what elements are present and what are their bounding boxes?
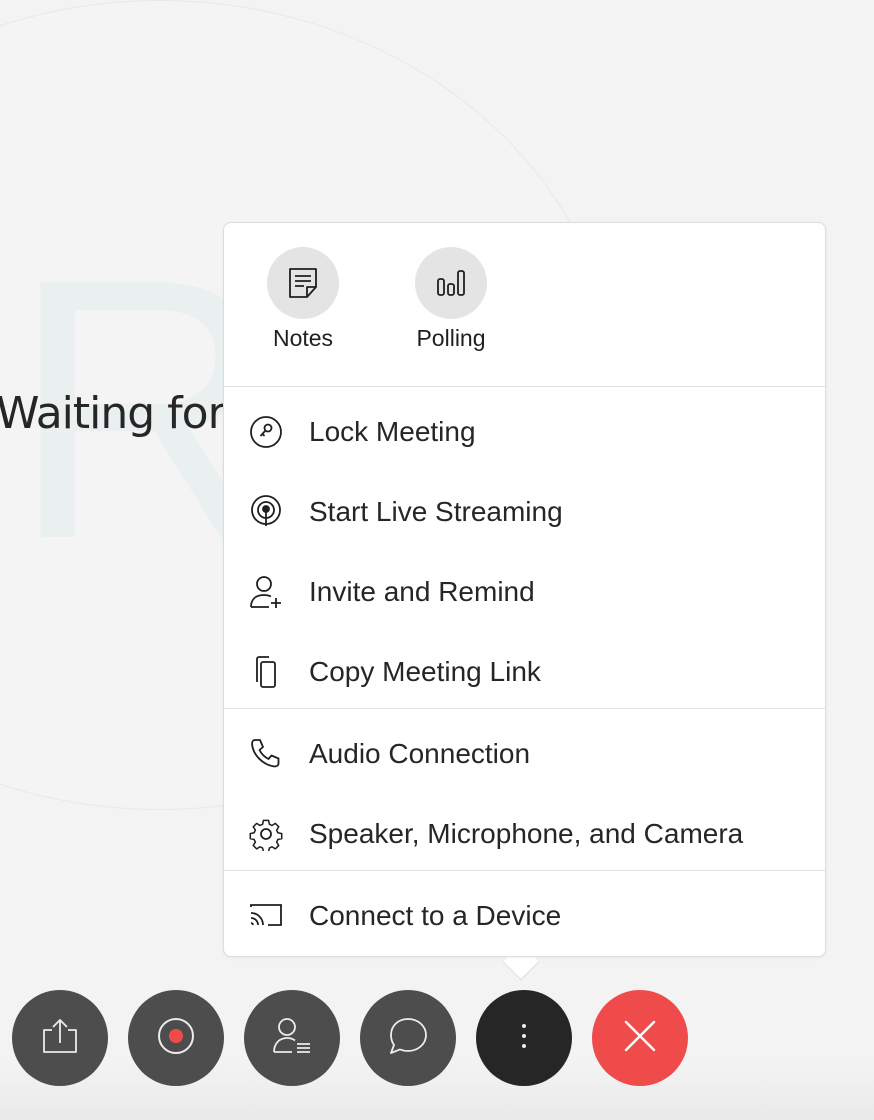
audio-connection-item[interactable]: Audio Connection — [224, 724, 825, 784]
speaker-microphone-camera-label: Speaker, Microphone, and Camera — [309, 818, 744, 849]
lock-meeting-item[interactable]: Lock Meeting — [224, 402, 825, 462]
connect-to-device-item[interactable]: Connect to a Device — [224, 886, 825, 946]
audio-connection-label: Audio Connection — [309, 738, 531, 769]
record-icon — [156, 1016, 196, 1061]
copy-icon — [248, 654, 284, 690]
gear-icon — [248, 816, 284, 852]
leave-meeting-button[interactable] — [592, 990, 688, 1086]
start-live-streaming-item[interactable]: Start Live Streaming — [224, 482, 825, 542]
lock-key-icon — [248, 414, 284, 450]
participants-button[interactable] — [244, 990, 340, 1086]
more-vertical-icon — [519, 1021, 529, 1056]
chat-icon — [387, 1015, 429, 1062]
share-icon — [40, 1016, 80, 1061]
more-options-menu: Notes Polling Lock Meeting Start Live St… — [223, 222, 826, 957]
speaker-microphone-camera-item[interactable]: Speaker, Microphone, and Camera — [224, 804, 825, 864]
invite-and-remind-item[interactable]: Invite and Remind — [224, 562, 825, 622]
phone-icon — [248, 736, 284, 772]
polling-button[interactable]: Polling — [396, 247, 506, 352]
notes-icon — [267, 247, 339, 319]
copy-meeting-link-label: Copy Meeting Link — [309, 656, 541, 687]
cast-icon — [248, 898, 284, 934]
invite-and-remind-label: Invite and Remind — [309, 576, 535, 607]
chat-button[interactable] — [360, 990, 456, 1086]
polling-icon — [415, 247, 487, 319]
menu-divider — [224, 386, 825, 387]
record-button[interactable] — [128, 990, 224, 1086]
polling-label: Polling — [416, 325, 486, 351]
quick-actions-row: Notes Polling — [224, 223, 825, 386]
copy-meeting-link-item[interactable]: Copy Meeting Link — [224, 642, 825, 702]
lock-meeting-label: Lock Meeting — [309, 416, 476, 447]
connect-to-device-label: Connect to a Device — [309, 900, 562, 931]
notes-button[interactable]: Notes — [248, 247, 358, 352]
participants-icon — [271, 1015, 313, 1062]
start-live-streaming-label: Start Live Streaming — [309, 496, 563, 527]
share-button[interactable] — [12, 990, 108, 1086]
menu-divider — [224, 870, 825, 871]
meeting-stage: R Waiting for o Notes Polling Lock Meeti… — [0, 0, 874, 1120]
menu-divider — [224, 708, 825, 709]
notes-label: Notes — [272, 325, 334, 351]
more-options-button[interactable] — [476, 990, 572, 1086]
close-icon — [622, 1018, 658, 1059]
add-person-icon — [248, 574, 284, 610]
live-streaming-icon — [248, 494, 284, 530]
